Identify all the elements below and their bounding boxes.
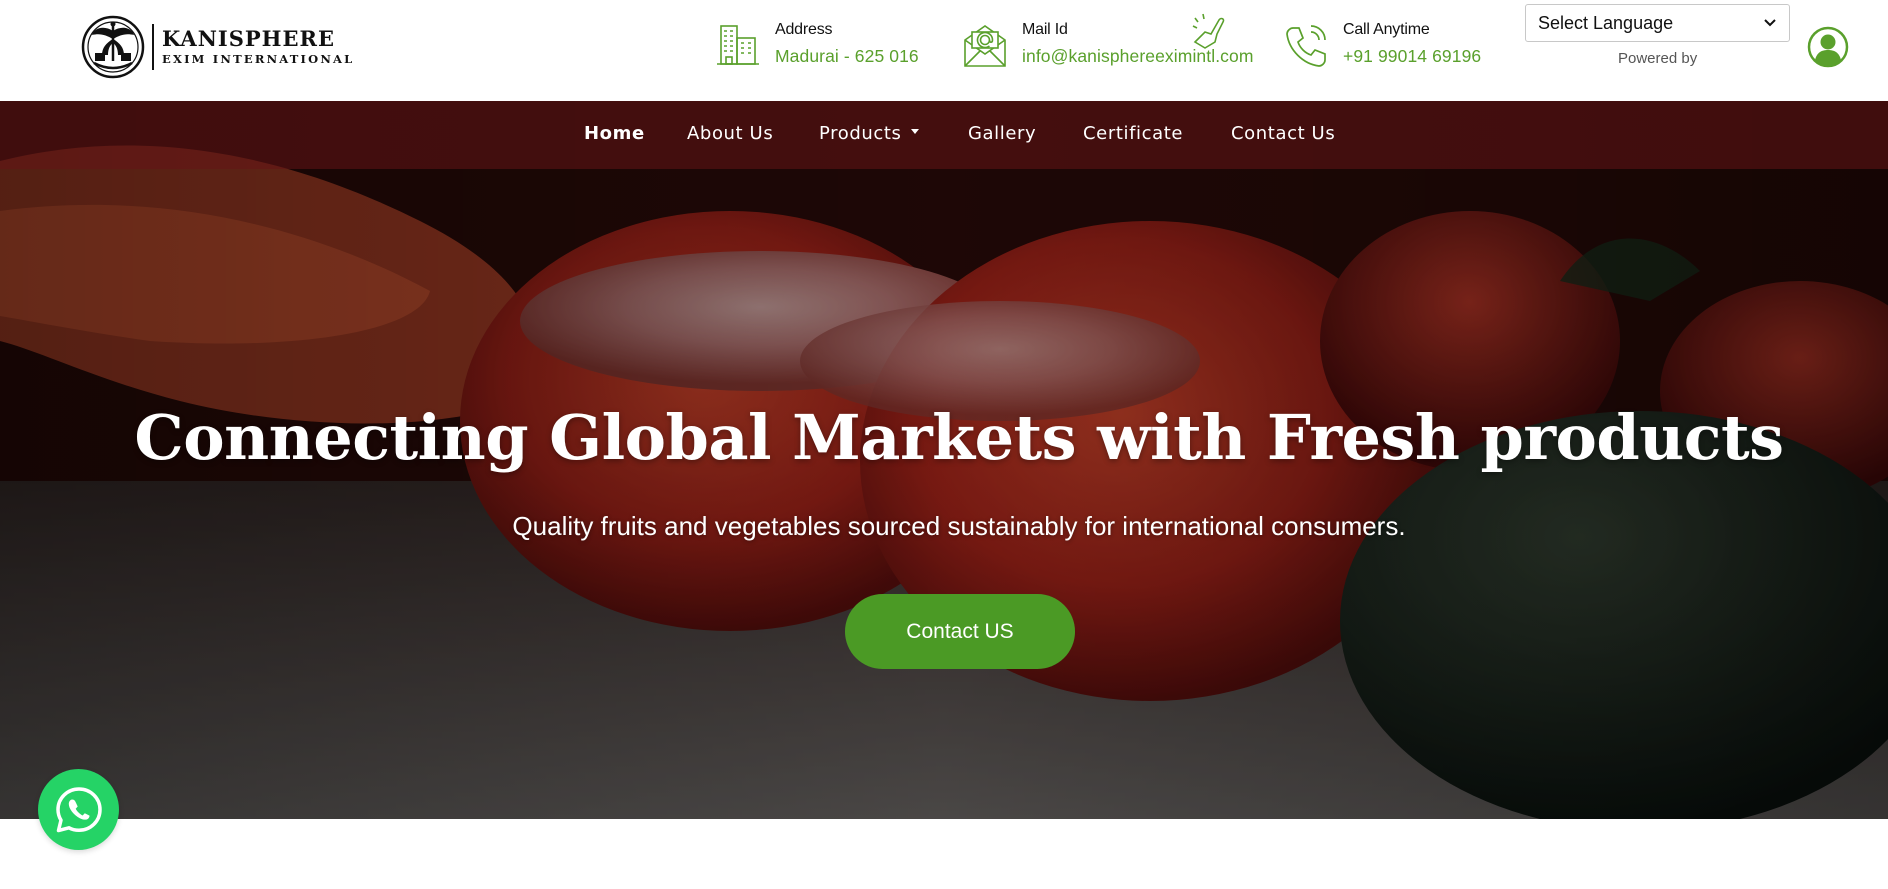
nav-about-us[interactable]: About Us: [687, 123, 773, 144]
contact-us-button[interactable]: Contact US: [845, 594, 1075, 669]
address-info: Address Madurai - 625 016: [713, 20, 919, 76]
address-label: Address: [775, 21, 833, 38]
main-navigation: Home About Us Products Gallery Certifica…: [0, 101, 1888, 169]
phone-icon: [1286, 25, 1326, 67]
nav-products-label: Products: [819, 123, 902, 144]
logo-emblem-icon: [81, 15, 145, 79]
hero-subtitle: Quality fruits and vegetables sourced su…: [512, 511, 1406, 541]
powered-by-text: Powered by: [1618, 50, 1698, 67]
whatsapp-button[interactable]: [38, 769, 119, 850]
chevron-down-icon: [1764, 19, 1776, 27]
nav-home[interactable]: Home: [584, 123, 645, 144]
envelope-icon: [964, 25, 1006, 67]
nav-certificate[interactable]: Certificate: [1083, 123, 1183, 144]
brand-subtitle: EXIM INTERNATIONAL: [162, 52, 355, 67]
nav-contact-us[interactable]: Contact Us: [1231, 123, 1335, 144]
whatsapp-icon: [55, 786, 102, 832]
call-value[interactable]: +91 99014 69196: [1343, 46, 1481, 67]
call-info[interactable]: Call Anytime +91 99014 69196: [1281, 20, 1481, 76]
building-icon: [717, 25, 759, 65]
language-select-value: Select Language: [1538, 12, 1674, 33]
user-account-icon[interactable]: [1807, 26, 1849, 68]
hero-section: Home About Us Products Gallery Certifica…: [0, 101, 1888, 819]
logo-text: KANISPHERE EXIM INTERNATIONAL: [162, 28, 354, 66]
top-header: KANISPHERE EXIM INTERNATIONAL Address Ma…: [0, 0, 1888, 101]
language-select[interactable]: Select Language: [1525, 4, 1790, 42]
brand-logo[interactable]: KANISPHERE EXIM INTERNATIONAL: [80, 15, 354, 79]
nav-gallery[interactable]: Gallery: [968, 123, 1036, 144]
logo-divider: [152, 24, 154, 70]
address-value: Madurai - 625 016: [775, 46, 919, 66]
pointing-hand-icon: [1192, 13, 1225, 49]
hero-title: Connecting Global Markets with Fresh pro…: [134, 401, 1784, 474]
nav-products[interactable]: Products: [819, 123, 919, 144]
caret-down-icon: [910, 128, 919, 134]
brand-name: KANISPHERE: [162, 26, 335, 52]
call-label: Call Anytime: [1343, 21, 1430, 38]
